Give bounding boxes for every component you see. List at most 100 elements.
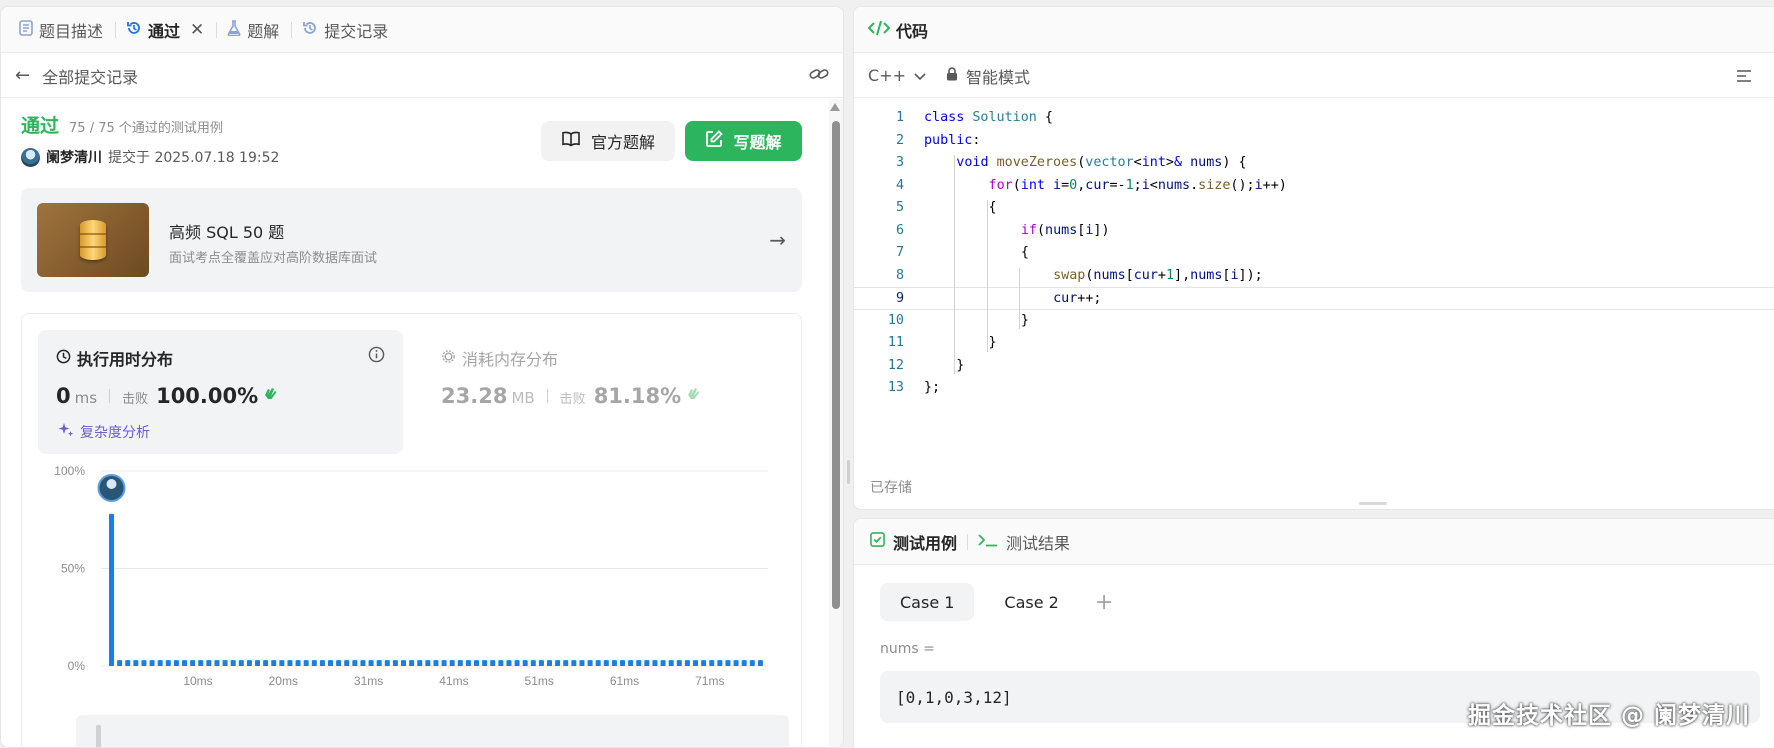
histogram-bar [449, 660, 455, 666]
edit-icon [705, 130, 724, 152]
code-text: void moveZeroes(vector<int>& nums) { [956, 155, 1247, 170]
code-line[interactable]: 7{ [854, 242, 1774, 265]
link-icon[interactable] [809, 66, 829, 85]
align-menu-icon[interactable] [1736, 68, 1752, 87]
line-number: 6 [895, 222, 904, 238]
histogram-bar [571, 660, 577, 666]
panel-divider-handle[interactable] [847, 460, 850, 484]
histogram-bar [271, 660, 277, 666]
line-number: 12 [887, 357, 904, 373]
memory-metric: 23.28 MB 击败 81.18% [441, 384, 703, 408]
histogram-bar [611, 660, 617, 666]
username[interactable]: 阑梦清川 [46, 147, 102, 167]
line-number: 9 [895, 291, 904, 306]
y-tick-label: 50% [61, 562, 85, 576]
tab-accepted[interactable]: 通过 ✕ [126, 7, 214, 53]
histogram-bar [457, 660, 463, 666]
write-solution-button[interactable]: 写题解 [685, 121, 802, 161]
user-avatar-marker-face [106, 479, 117, 489]
code-text: for(int i=0,cur=-1;i<nums.size();i++) [988, 177, 1287, 193]
tab-submissions[interactable]: 提交记录 [302, 7, 398, 53]
code-line[interactable]: 8 swap(nums[cur+1],nums[i]); [854, 265, 1774, 288]
watermark: 掘金技术社区 @ 阑梦清川 [1467, 703, 1750, 729]
code-line[interactable]: 6 if(nums[i]) [854, 220, 1774, 243]
all-submissions-link[interactable]: 全部提交记录 [42, 64, 138, 88]
scrollbar-thumb[interactable] [832, 121, 840, 609]
runtime-metric: 0 ms 击败 100.00% [56, 384, 280, 408]
histogram-bar [263, 660, 269, 666]
button-label: 官方题解 [590, 133, 655, 152]
case-tab-2[interactable]: Case 2 [984, 583, 1078, 621]
x-tick-label: 10ms [183, 674, 212, 688]
histogram-bar [133, 660, 139, 666]
checkbox-icon [870, 532, 885, 551]
code-text: swap(nums[cur+1],nums[i]); [1053, 267, 1263, 283]
x-tick-label: 31ms [354, 674, 383, 688]
code-text: public: [924, 132, 981, 148]
code-line[interactable]: 5{ [854, 197, 1774, 220]
code-text: class Solution { [924, 110, 1053, 125]
tab-test-results[interactable]: 测试结果 [978, 530, 1070, 554]
code-line[interactable]: 4 for(int i=0,cur=-1;i<nums.size();i++) [854, 175, 1774, 198]
smart-mode-toggle[interactable]: 智能模式 [966, 64, 1030, 88]
runtime-distribution-tab[interactable]: 执行用时分布 0 ms 击败 100.00% 复杂度分析 [38, 330, 403, 454]
histogram-bar [498, 660, 504, 666]
official-solution-button[interactable]: 官方题解 [541, 121, 675, 161]
code-editor[interactable]: 1 class Solution {2 public: 3 void moveZeroe… [854, 107, 1774, 397]
histogram-bar [741, 660, 747, 666]
histogram-bar [425, 660, 431, 666]
promo-card-sql50[interactable]: 高频 SQL 50 题 面试考点全覆盖应对高阶数据库面试 → [21, 188, 802, 292]
code-line[interactable]: 9 cur++; [854, 287, 1774, 310]
beat-label: 击败 [122, 392, 149, 407]
close-icon[interactable]: ✕ [190, 20, 204, 40]
memory-distribution-tab[interactable]: 消耗内存分布 23.28 MB 击败 81.18% [423, 330, 783, 454]
tab-testcases[interactable]: 测试用例 [870, 530, 957, 554]
add-case-icon[interactable]: + [1095, 590, 1113, 615]
histogram-bar [482, 660, 488, 666]
histogram-bar [701, 660, 707, 666]
scroll-up-arrow[interactable] [830, 103, 840, 111]
histogram-bar [279, 660, 285, 666]
code-preview-strip[interactable] [76, 715, 789, 747]
test-cases-count: 75 / 75 个通过的测试用例 [69, 121, 223, 136]
avatar[interactable] [21, 147, 40, 167]
complexity-analysis-link[interactable]: 复杂度分析 [58, 422, 150, 442]
info-icon[interactable] [368, 346, 385, 367]
histogram-bar [636, 660, 642, 666]
back-arrow-icon[interactable]: ← [15, 65, 30, 86]
language-select[interactable]: C++ [868, 66, 926, 85]
histogram-bar [514, 660, 520, 666]
code-line[interactable]: 12} [854, 355, 1774, 378]
submit-time: 提交于 2025.07.18 19:52 [108, 150, 280, 166]
code-line[interactable]: 1 class Solution { [854, 107, 1774, 130]
histogram-bar [490, 660, 496, 666]
book-icon [561, 131, 581, 151]
case-tab-1[interactable]: Case 1 [880, 583, 975, 621]
tab-description[interactable]: 题目描述 [19, 7, 113, 53]
code-line[interactable]: 2 public: [854, 130, 1774, 153]
histogram-bar [352, 660, 358, 666]
histogram-bar [198, 660, 204, 666]
code-line[interactable]: 11} [854, 332, 1774, 355]
tab-divider [291, 21, 293, 38]
left-tab-bar: 题目描述 通过 ✕ 题解 提交记录 [1, 7, 843, 53]
x-tick-label: 61ms [610, 674, 639, 688]
code-line[interactable]: 3 void moveZeroes(vector<int>& nums) { [854, 152, 1774, 175]
resize-handle[interactable] [1359, 502, 1387, 505]
code-line[interactable]: 10} [854, 310, 1774, 333]
histogram-bar [157, 660, 163, 666]
histogram-bar [717, 660, 723, 666]
clap-icon [685, 385, 703, 407]
code-line[interactable]: 13}; [854, 377, 1774, 400]
histogram-bar [230, 660, 236, 666]
code-panel-title: 代码 [896, 21, 929, 41]
histogram-bar [182, 660, 188, 666]
tab-solutions[interactable]: 题解 [227, 7, 289, 53]
status-label: 通过 [21, 115, 60, 137]
code-text: } [988, 335, 997, 350]
histogram-bar [555, 660, 561, 666]
divider [546, 389, 548, 403]
document-icon [19, 19, 33, 40]
histogram-bar [328, 660, 334, 666]
line-number: 5 [895, 200, 904, 215]
